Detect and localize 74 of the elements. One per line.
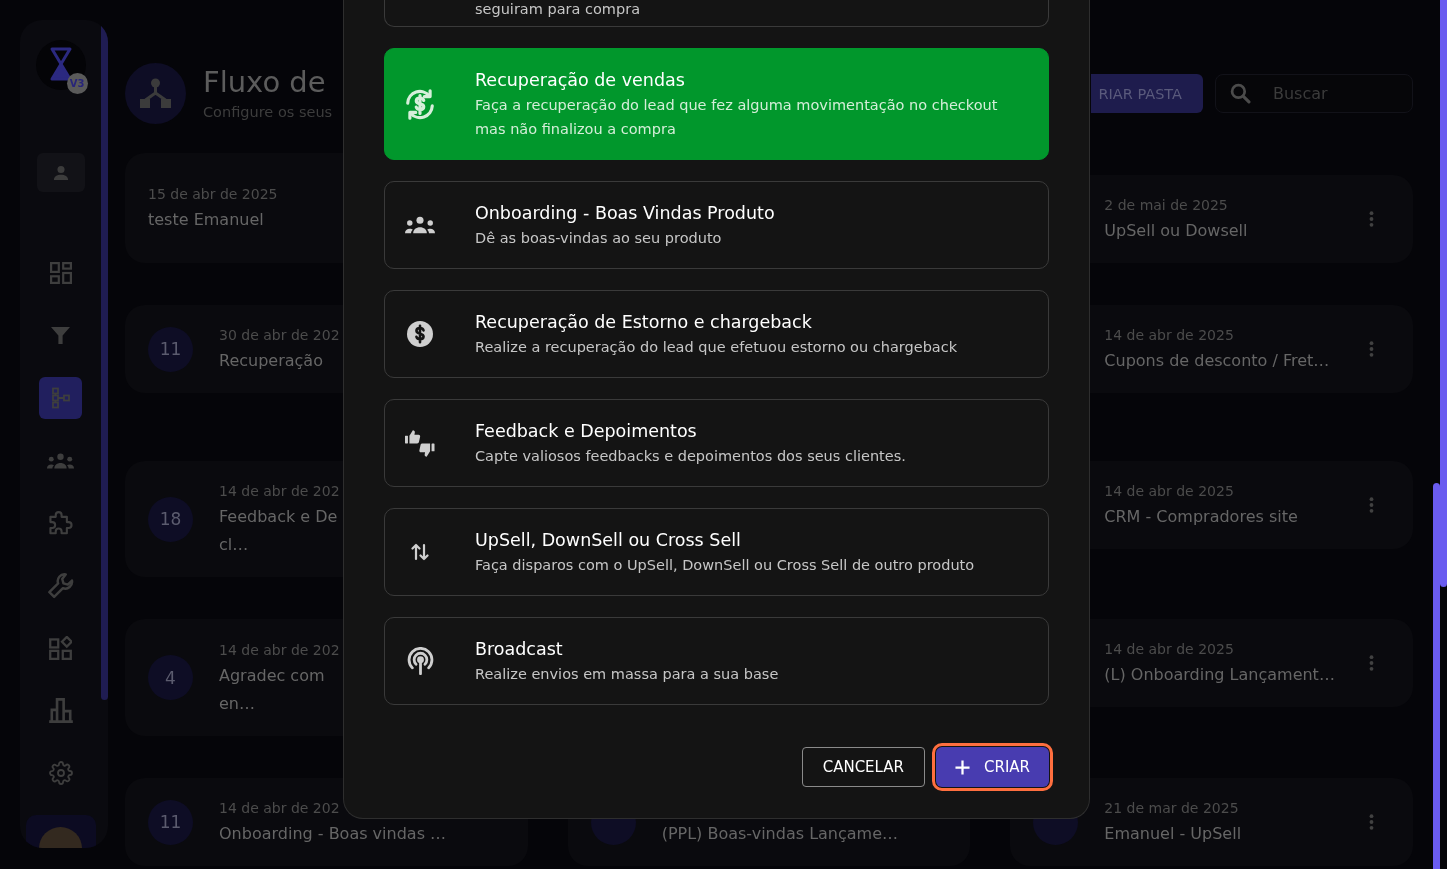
flowchart-icon	[51, 387, 70, 409]
group-icon	[46, 452, 75, 469]
cancel-button[interactable]: CANCELAR	[801, 747, 925, 787]
card-title: Onboarding - Boas vindas …	[219, 823, 447, 845]
card-date: 21 de mar de 2025	[1104, 799, 1239, 818]
card-date: 14 de abr de 202	[219, 640, 340, 660]
option-card[interactable]: UpSell, DownSell ou Cross Sell Faça disparos com o UpSell, DownSell ou Cross Sell de outro produto	[384, 508, 1049, 596]
option-description: Faça a recuperação do lead que fez alguma movimentação no checkout mas não finalizou a compra	[475, 96, 999, 139]
item-count: 11	[148, 326, 193, 372]
card-title: Recuperação	[219, 350, 323, 372]
item-count: 11	[148, 799, 193, 845]
option-card[interactable]: Recuperação de vendas Faça a recuperação do lead que fez alguma movimentação no checkout mas não finalizou a compra	[384, 48, 1049, 160]
card-date: 14 de abr de 2025	[1104, 640, 1234, 659]
new-folder-button[interactable]: RIAR PASTA	[1091, 74, 1203, 113]
card-title: UpSell ou Dowsell	[1104, 220, 1248, 242]
card-title: cl…	[219, 534, 249, 556]
page-subtitle: Configure os seus	[203, 103, 333, 122]
scroll-thumb[interactable]	[1440, 0, 1447, 587]
card-title: CRM - Compradores site	[1104, 506, 1298, 528]
option-title: Recuperação de vendas	[475, 69, 685, 92]
dashboard-icon	[49, 262, 72, 284]
option-card[interactable]: Broadcast Realize envios em massa para a sua base	[384, 617, 1049, 705]
profile-button[interactable]	[36, 153, 85, 192]
option-card[interactable]: Feedback e Depoimentos Capte valiosos feedbacks e depoimentos dos seus clientes.	[384, 399, 1049, 487]
card-title: Feedback e De	[219, 506, 338, 528]
card-title: Agradec com	[219, 664, 325, 687]
widgets-icon	[49, 636, 72, 660]
flow-card[interactable]: 21 de mar de 2025 Emanuel - UpSell	[1010, 778, 1413, 866]
item-count: 4	[148, 655, 193, 700]
sync-dollar-icon	[406, 88, 434, 120]
puzzle-icon	[48, 511, 73, 535]
card-title: en…	[219, 692, 255, 715]
more-icon[interactable]	[1369, 340, 1374, 358]
funnel-icon	[51, 327, 70, 344]
group-icon	[405, 216, 435, 234]
card-title: teste Emanuel	[148, 209, 264, 231]
option-card[interactable]: Recuperação de Estorno e chargeback Realize a recuperação do lead que efetuou estorno ou chargeback	[384, 290, 1049, 378]
more-icon[interactable]	[1369, 813, 1374, 831]
card-date: 15 de abr de 2025	[148, 185, 278, 204]
scroll-thumb[interactable]	[1433, 483, 1440, 869]
bar-chart-icon	[48, 698, 73, 723]
more-icon[interactable]	[1369, 654, 1374, 672]
card-title: (PPL) Boas-vindas Lançame…	[661, 823, 898, 845]
card-date: 30 de abr de 202	[219, 326, 340, 345]
avatar	[39, 827, 82, 848]
card-date: 14 de abr de 2025	[1104, 326, 1234, 345]
option-card[interactable]: Onboarding - Boas Vindas Produto Dê as boas-vindas ao seu produto	[384, 181, 1049, 269]
more-icon[interactable]	[1369, 496, 1374, 514]
wrench-icon	[47, 572, 74, 599]
plus-icon	[955, 759, 970, 775]
card-date: 14 de abr de 2025	[1104, 482, 1234, 501]
hierarchy-icon	[125, 63, 186, 124]
card-date: 2 de mai de 2025	[1104, 196, 1228, 215]
card-title: (L) Onboarding Lançament…	[1104, 664, 1335, 686]
card-title: Emanuel - UpSell	[1104, 823, 1242, 845]
thumbs-up-down-icon	[405, 429, 435, 457]
card-date: 14 de abr de 202	[219, 799, 340, 818]
up-down-arrows-icon	[411, 543, 429, 561]
option-title: Feedback e Depoimentos	[475, 420, 697, 443]
hourglass-logo	[35, 40, 86, 90]
card-date: 14 de abr de 202	[219, 482, 340, 501]
card-title: Cupons de desconto / Fret…	[1104, 350, 1330, 372]
user-panel[interactable]	[25, 815, 96, 848]
dollar-coin-icon	[407, 321, 433, 347]
more-icon[interactable]	[1369, 210, 1374, 228]
option-card[interactable]: seguiram para compra	[384, 0, 1049, 27]
option-description: seguiram para compra	[475, 0, 641, 18]
person-icon	[52, 164, 69, 181]
nav-item[interactable]	[39, 377, 82, 419]
settings-icon	[48, 761, 73, 785]
broadcast-icon	[406, 647, 434, 675]
page-title: Fluxo de	[203, 65, 326, 99]
item-count: 18	[148, 496, 193, 542]
search-icon	[1230, 83, 1251, 104]
